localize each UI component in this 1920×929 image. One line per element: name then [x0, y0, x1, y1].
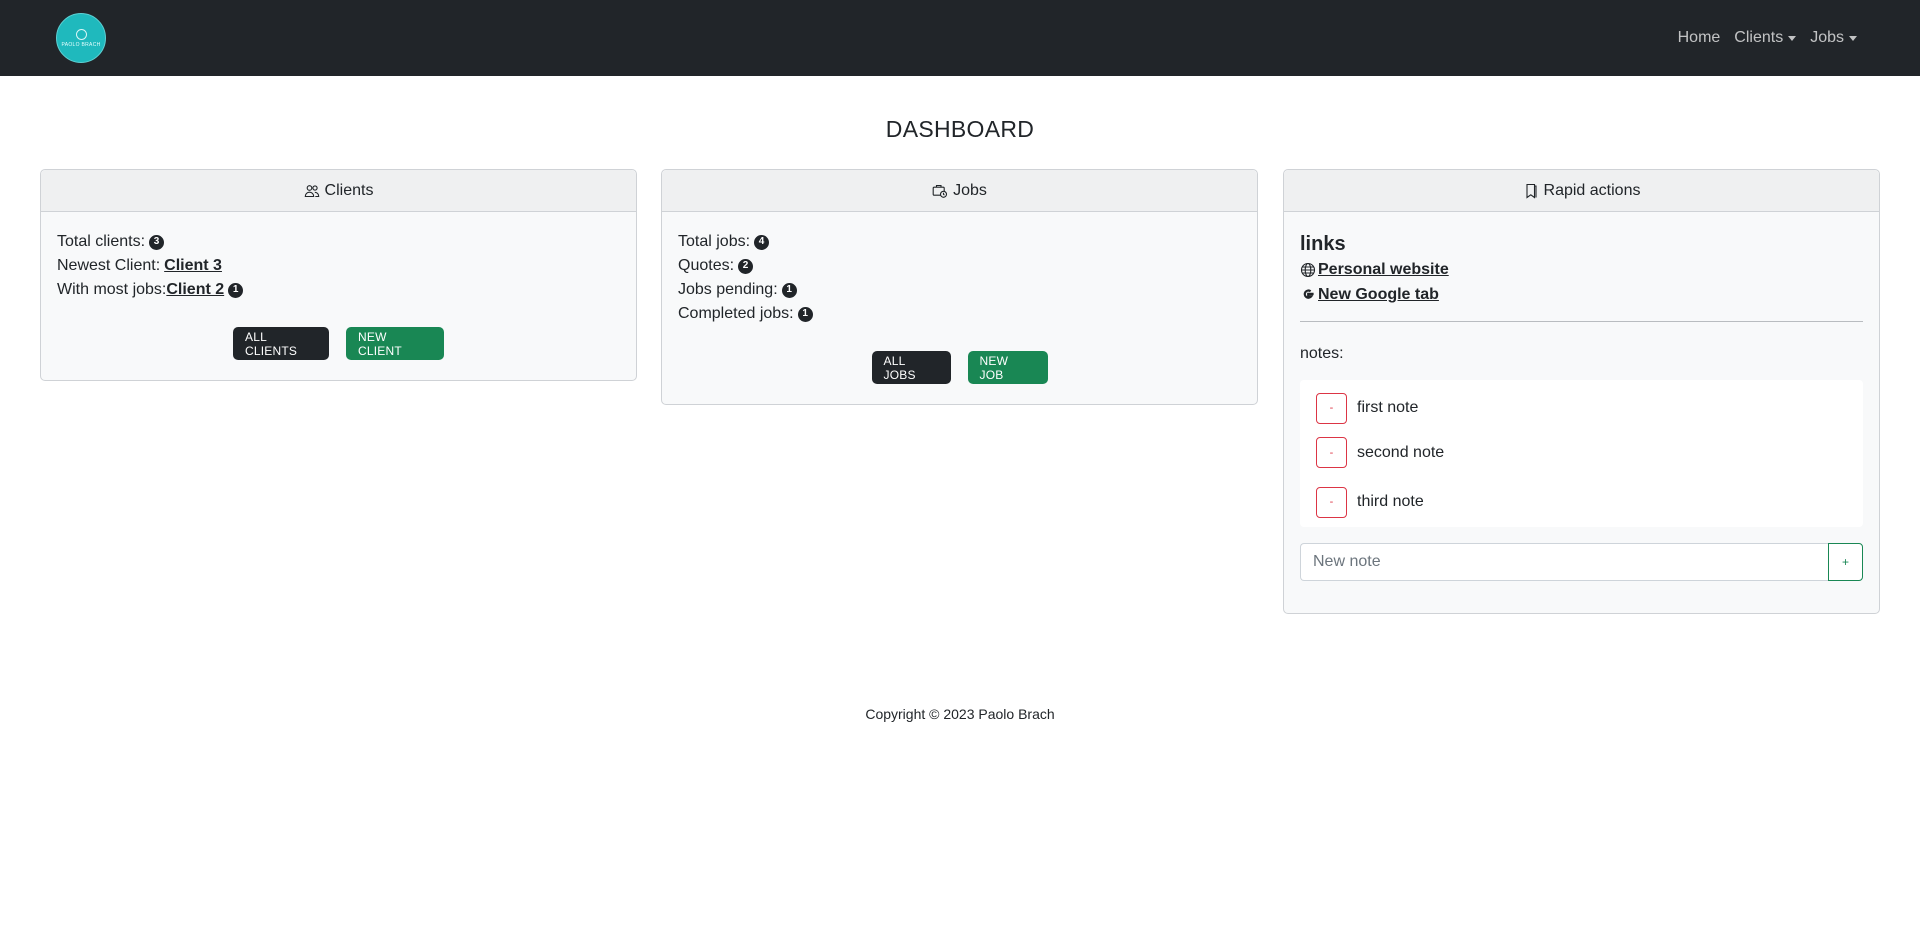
jobs-card-body: Total jobs: 4 Quotes: 2 Jobs pending: 1 … — [662, 212, 1257, 384]
rapid-actions-card: Rapid actions links Personal website New… — [1283, 169, 1880, 614]
note-item: - second note — [1316, 428, 1847, 478]
footer-copyright: Copyright © 2023 Paolo Brach — [865, 706, 1055, 722]
bookmark-icon — [1525, 183, 1537, 199]
completed-jobs-badge: 1 — [797, 306, 813, 322]
all-clients-button[interactable]: ALL CLIENTS — [233, 327, 329, 360]
clients-card: Clients Total clients: 3 Newest Client: … — [40, 169, 637, 381]
new-note-form: + — [1300, 543, 1863, 581]
clients-card-title: Clients — [324, 181, 374, 199]
caret-down-icon — [1849, 35, 1857, 41]
newest-client-line: Newest Client: Client 3 — [57, 254, 620, 278]
new-google-tab-link[interactable]: New Google tab — [1318, 283, 1439, 307]
google-tab-line[interactable]: New Google tab — [1300, 283, 1863, 307]
notes-list: - first note - second note - third note — [1300, 380, 1863, 527]
nav-links: Home Clients Jobs — [1671, 0, 1864, 76]
links-title: links — [1300, 233, 1346, 255]
navbar: PAOLO BRACH Home Clients Jobs — [0, 0, 1920, 76]
jobs-pending-line: Jobs pending: 1 — [678, 278, 1241, 302]
note-text: first note — [1357, 399, 1419, 416]
clients-card-header: Clients — [41, 170, 636, 212]
nav-clients-label: Clients — [1734, 29, 1784, 46]
note-text: third note — [1357, 493, 1424, 511]
most-jobs-label: With most jobs: — [57, 281, 167, 298]
total-jobs-label: Total jobs: — [678, 233, 751, 250]
most-jobs-client-link[interactable]: Client 2 — [166, 278, 224, 302]
delete-note-button[interactable]: - — [1316, 486, 1347, 518]
divider — [1300, 321, 1863, 322]
globe-icon — [1300, 262, 1316, 278]
new-note-input[interactable] — [1300, 543, 1828, 581]
quotes-badge: 2 — [738, 258, 754, 274]
lotus-icon — [75, 28, 87, 40]
total-clients-badge: 3 — [149, 234, 165, 250]
add-note-button[interactable]: + — [1828, 543, 1863, 581]
nav-home[interactable]: Home — [1671, 29, 1728, 47]
quotes-line: Quotes: 2 — [678, 254, 1241, 278]
jobs-buttons: ALL JOBS NEW JOB — [678, 351, 1241, 384]
jobs-pending-badge: 1 — [781, 282, 797, 298]
rapid-actions-card-header: Rapid actions — [1284, 170, 1879, 212]
personal-website-line[interactable]: Personal website — [1300, 258, 1863, 282]
people-icon — [304, 184, 319, 197]
caret-down-icon — [1788, 35, 1797, 41]
newest-client-link[interactable]: Client 3 — [164, 254, 222, 278]
new-job-button[interactable]: NEW JOB — [967, 351, 1048, 384]
note-item: - first note — [1316, 388, 1847, 428]
newest-client-label: Newest Client: — [57, 257, 161, 274]
personal-website-link[interactable]: Personal website — [1318, 258, 1449, 282]
total-clients-line: Total clients: 3 — [57, 230, 620, 254]
completed-jobs-line: Completed jobs: 1 — [678, 302, 1241, 326]
jobs-card-header: Jobs — [662, 170, 1257, 212]
clients-card-body: Total clients: 3 Newest Client: Client 3… — [41, 212, 636, 360]
nav-home-label: Home — [1677, 29, 1721, 46]
new-client-button[interactable]: NEW CLIENT — [346, 327, 444, 360]
rapid-actions-card-title: Rapid actions — [1543, 181, 1641, 199]
note-text: second note — [1357, 443, 1445, 461]
jobs-card-title: Jobs — [953, 181, 987, 199]
page-title: DASHBOARD — [885, 116, 1035, 142]
nav-jobs-dropdown[interactable]: Jobs — [1803, 29, 1864, 47]
most-jobs-badge: 1 — [228, 282, 244, 298]
all-jobs-button[interactable]: ALL JOBS — [871, 351, 951, 384]
notes-label: notes: — [1300, 345, 1344, 362]
total-clients-label: Total clients: — [57, 233, 146, 250]
nav-clients-dropdown[interactable]: Clients — [1727, 29, 1803, 47]
note-item: - third note — [1316, 478, 1847, 528]
most-jobs-line: With most jobs: Client 2 1 — [57, 278, 620, 302]
rapid-actions-card-body: links Personal website New Google tab no… — [1284, 212, 1879, 581]
jobs-pending-label: Jobs pending: — [678, 281, 778, 298]
delete-note-button[interactable]: - — [1316, 392, 1347, 424]
total-jobs-line: Total jobs: 4 — [678, 230, 1241, 254]
quotes-label: Quotes: — [678, 257, 735, 274]
logo-text: PAOLO BRACH — [61, 41, 101, 48]
total-jobs-badge: 4 — [754, 234, 770, 250]
nav-jobs-label: Jobs — [1810, 29, 1844, 46]
completed-jobs-label: Completed jobs: — [678, 305, 794, 322]
google-icon — [1303, 289, 1314, 299]
logo[interactable]: PAOLO BRACH — [56, 13, 106, 63]
briefcase-icon — [932, 184, 948, 198]
clients-buttons: ALL CLIENTS NEW CLIENT — [57, 327, 620, 360]
jobs-card: Jobs Total jobs: 4 Quotes: 2 Jobs pendin… — [661, 169, 1258, 405]
delete-note-button[interactable]: - — [1316, 437, 1347, 469]
